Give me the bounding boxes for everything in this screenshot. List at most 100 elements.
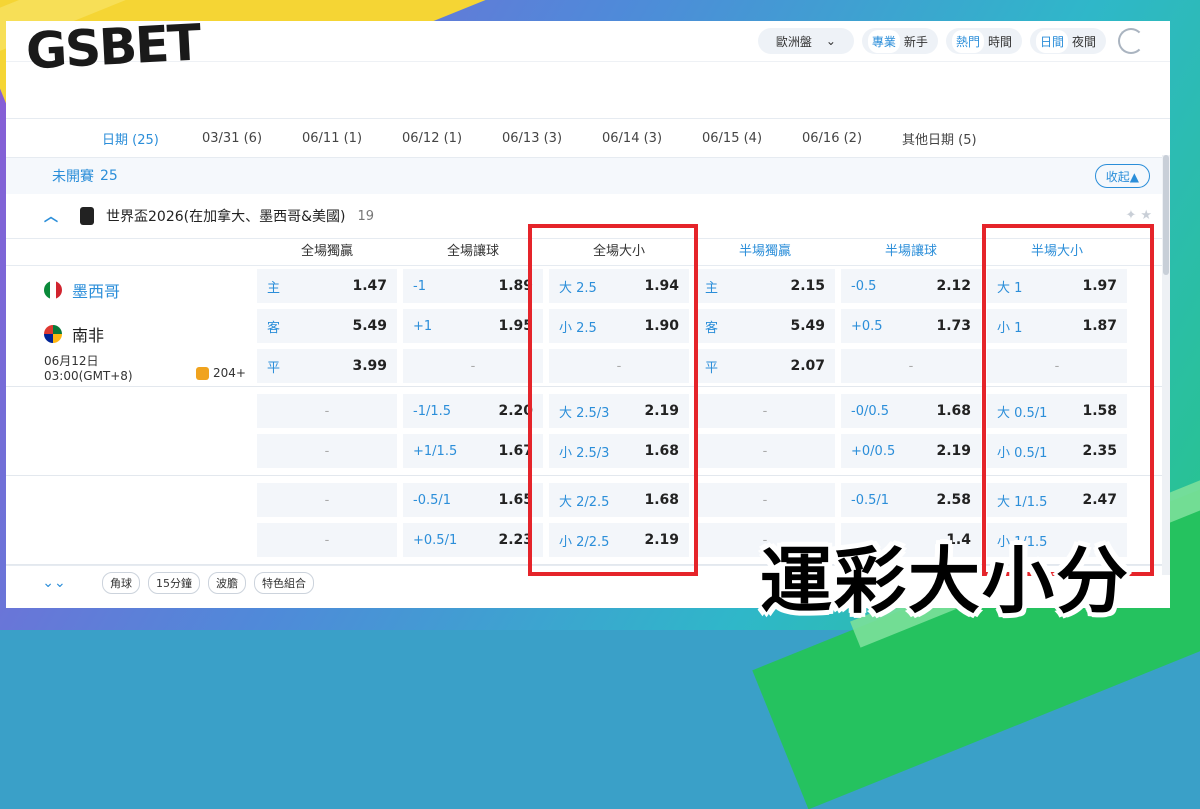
empty-odds: - — [324, 443, 330, 459]
odds-cell: - — [257, 434, 397, 468]
date-tabs: 日期 (25) 03/31 (6) 06/11 (1) 06/12 (1) 06/13 … — [6, 119, 1170, 158]
empty-odds: - — [908, 358, 914, 374]
date-tab[interactable]: 其他日期 (5) — [902, 129, 1002, 148]
filter-chip[interactable]: 15分鐘 — [148, 572, 200, 594]
odds-line: 平 — [267, 360, 281, 376]
odds-value: 3.99 — [352, 358, 387, 374]
row-label-space — [6, 346, 254, 386]
odds-cell: - — [695, 394, 835, 428]
theme-night[interactable]: 夜間 — [1068, 30, 1100, 53]
odds-line: +1 — [413, 318, 433, 334]
pin-star-icons[interactable]: ✦★ — [1125, 208, 1156, 223]
section-count: 25 — [100, 168, 118, 184]
odds-cell[interactable]: +0/0.5 2.19 — [841, 434, 981, 468]
empty-odds: - — [324, 532, 330, 548]
odds-line: -0.5/1 — [413, 492, 452, 508]
filter-chip[interactable]: 角球 — [102, 572, 140, 594]
filter-chip[interactable]: 特色組合 — [254, 572, 314, 594]
odds-value: 2.07 — [790, 358, 825, 374]
odds-line: -0.5 — [851, 278, 877, 294]
date-tab[interactable]: 日期 (25) — [102, 129, 202, 148]
odds-cell[interactable]: -0.5/1 2.58 — [841, 483, 981, 517]
headline-text: 運彩大小分 — [760, 539, 1131, 623]
odds-cell[interactable]: -1 1.89 — [403, 269, 543, 303]
date-tab[interactable]: 06/13 (3) — [502, 131, 602, 146]
column-header: 半場讓球 — [884, 244, 937, 259]
highlight-full-over-under — [528, 224, 698, 576]
row-label-space — [6, 266, 254, 306]
empty-odds: - — [762, 403, 768, 419]
theme-day[interactable]: 日間 — [1035, 29, 1068, 53]
date-tab[interactable]: 06/12 (1) — [402, 131, 502, 146]
section-title: 未開賽 — [52, 169, 94, 185]
odds-line: +1/1.5 — [413, 443, 458, 459]
odds-cell[interactable]: 平 3.99 — [257, 349, 397, 383]
odds-cell: - — [257, 394, 397, 428]
chevron-down-icon: ⌄ — [825, 34, 836, 48]
collapse-button[interactable]: 收起▲ — [1094, 164, 1150, 188]
odds-cell[interactable]: 平 2.07 — [695, 349, 835, 383]
mode-pro[interactable]: 專業 — [867, 29, 900, 53]
odds-value: 1.68 — [936, 403, 971, 419]
sort-toggle: 熱門 時間 — [945, 28, 1022, 54]
odds-cell[interactable]: +0.5 1.73 — [841, 309, 981, 343]
row-label-space — [6, 520, 254, 560]
odds-cell[interactable]: +1 1.95 — [403, 309, 543, 343]
mode-beginner[interactable]: 新手 — [900, 30, 932, 53]
sort-time[interactable]: 時間 — [984, 30, 1016, 53]
odds-value: 5.49 — [790, 318, 825, 334]
mode-toggle: 專業 新手 — [861, 28, 938, 54]
odds-cell[interactable]: 主 1.47 — [257, 269, 397, 303]
sort-hot[interactable]: 熱門 — [951, 29, 984, 53]
odds-cell: - — [695, 483, 835, 517]
column-header: 半場獨贏 — [738, 244, 791, 259]
odds-format-label: 歐洲盤 — [775, 34, 812, 49]
odds-cell[interactable]: -0.5/1 1.65 — [403, 483, 543, 517]
odds-line: 客 — [267, 320, 281, 336]
odds-cell[interactable]: 主 2.15 — [695, 269, 835, 303]
expand-down-icon[interactable]: ⌄⌄ — [6, 575, 102, 591]
odds-line: 主 — [267, 280, 281, 296]
chevron-up-icon[interactable]: ︿ — [44, 206, 80, 226]
refresh-icon[interactable] — [1118, 28, 1144, 54]
empty-odds: - — [762, 443, 768, 459]
odds-cell[interactable]: -1/1.5 2.20 — [403, 394, 543, 428]
odds-cell[interactable]: -0.5 2.12 — [841, 269, 981, 303]
odds-line: -0/0.5 — [851, 403, 890, 419]
row-label-space — [6, 391, 254, 431]
odds-cell: - — [403, 349, 543, 383]
scrollbar[interactable] — [1162, 155, 1170, 575]
odds-cell[interactable]: 客 5.49 — [695, 309, 835, 343]
filter-chip[interactable]: 波膽 — [208, 572, 246, 594]
league-count: 19 — [357, 208, 375, 224]
odds-cell[interactable]: +0.5/1 2.23 — [403, 523, 543, 557]
league-name: 世界盃2026(在加拿大、墨西哥&美國) — [106, 209, 346, 225]
odds-line: +0.5 — [851, 318, 883, 334]
date-tab[interactable]: 06/16 (2) — [802, 131, 902, 146]
gsbet-logo: GSBET — [24, 13, 201, 81]
odds-line: 主 — [705, 280, 719, 296]
row-label-space — [6, 431, 254, 471]
odds-cell[interactable]: 客 5.49 — [257, 309, 397, 343]
trophy-icon — [80, 207, 94, 225]
row-label-space — [6, 306, 254, 346]
odds-line: -1/1.5 — [413, 403, 452, 419]
date-tab[interactable]: 06/11 (1) — [302, 131, 402, 146]
odds-line: +0/0.5 — [851, 443, 896, 459]
date-tab[interactable]: 06/15 (4) — [702, 131, 802, 146]
column-header: 全場讓球 — [446, 244, 499, 259]
column-header: 全場獨贏 — [300, 244, 353, 259]
empty-odds: - — [324, 492, 330, 508]
empty-odds: - — [470, 358, 476, 374]
odds-line: 平 — [705, 360, 719, 376]
date-tab[interactable]: 03/31 (6) — [202, 131, 302, 146]
odds-line: +0.5/1 — [413, 532, 458, 548]
odds-cell: - — [257, 483, 397, 517]
odds-cell: - — [841, 349, 981, 383]
odds-cell[interactable]: +1/1.5 1.67 — [403, 434, 543, 468]
odds-cell: - — [695, 434, 835, 468]
odds-cell[interactable]: -0/0.5 1.68 — [841, 394, 981, 428]
odds-format-select[interactable]: 歐洲盤 ⌄ — [757, 28, 854, 54]
date-tab[interactable]: 06/14 (3) — [602, 131, 702, 146]
odds-value: 2.19 — [936, 443, 971, 459]
